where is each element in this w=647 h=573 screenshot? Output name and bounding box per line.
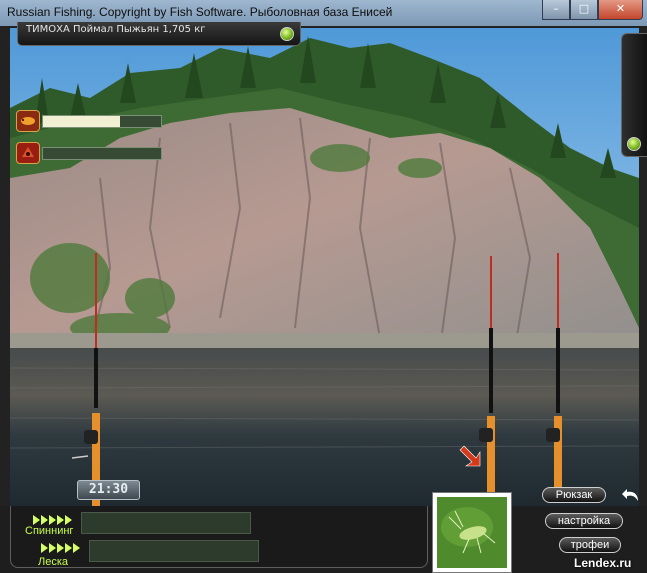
minimize-button[interactable]: –: [542, 0, 570, 20]
groundbait-bar: [42, 147, 162, 160]
catch-message-panel: ТИМОХА Поймал Пыжьян 1,705 кг: [17, 22, 301, 46]
window-controls: – □ ✕: [542, 0, 643, 20]
scene-illustration: [10, 28, 639, 506]
tension-gauges-frame: Спиннинг Леска: [10, 506, 428, 568]
spinning-label: Спиннинг: [25, 525, 74, 537]
spinning-gauge: [81, 512, 251, 534]
expand-message-button[interactable]: [280, 27, 294, 41]
spinning-arrows-icon: [33, 515, 72, 525]
side-panel: [621, 33, 647, 157]
bait-bar: [42, 115, 162, 128]
settings-button[interactable]: настройка: [545, 513, 623, 529]
catch-message-text: ТИМОХА Поймал Пыжьян 1,705 кг: [26, 24, 206, 35]
watermark: Lendex.ru: [574, 556, 632, 570]
expand-side-panel-button[interactable]: [627, 137, 641, 151]
line-label: Леска: [38, 556, 69, 568]
backpack-button[interactable]: Рюкзак: [542, 487, 606, 503]
line-arrows-icon: [41, 543, 80, 553]
insect-bait-image: [437, 497, 507, 568]
return-arrow-icon[interactable]: [622, 488, 640, 502]
line-gauge: [89, 540, 259, 562]
groundbait-icon[interactable]: [16, 142, 40, 164]
close-button[interactable]: ✕: [598, 0, 643, 20]
fishing-scene[interactable]: [10, 28, 639, 506]
catch-photo-frame[interactable]: [432, 492, 512, 573]
trophies-button[interactable]: трофеи: [559, 537, 621, 553]
bait-bar-fill: [43, 116, 120, 127]
maximize-button[interactable]: □: [570, 0, 598, 20]
game-clock: 21:30: [77, 480, 140, 500]
bait-worm-icon[interactable]: [16, 110, 40, 132]
window-title: Russian Fishing. Copyright by Fish Softw…: [7, 5, 393, 19]
